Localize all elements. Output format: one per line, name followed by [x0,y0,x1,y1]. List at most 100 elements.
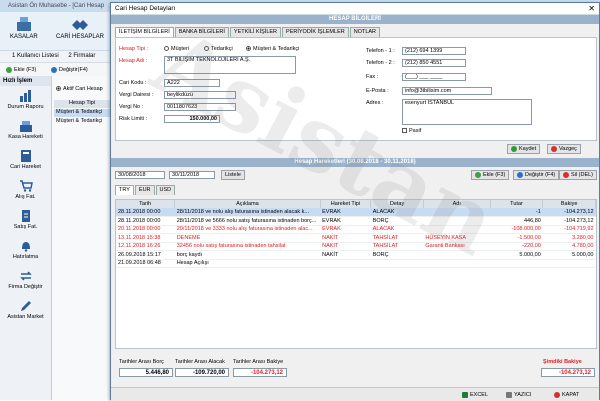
cancel-button[interactable]: Vazgeç [547,144,581,154]
col-adi[interactable]: Adı [423,200,491,208]
movement-add-button[interactable]: Ekle (F3) [471,170,510,180]
sidebar-item-firma-degistir[interactable]: Firma Değiştir [0,266,51,296]
musteri-radio[interactable]: Müşteri [164,46,189,52]
table-header-row: Tarih Açıklama Hareket Tipi Detay Adı Tu… [116,200,596,208]
active-accounts-radio[interactable]: Aktif Cari Hesap [56,86,103,92]
tab-yetkili[interactable]: YETKİLİ KİŞİLER [229,27,282,37]
cash-register-icon [19,121,32,132]
sidebar-item-cari-hareket[interactable]: Cari Hareket [0,146,51,176]
save-button[interactable]: Kaydet [507,144,541,154]
cash-register-icon [16,17,31,31]
cell-adi [423,208,491,217]
telefon2-field[interactable]: (212) 850 4551 [402,59,466,67]
table-row[interactable]: 13.11.2018 15:38 DENEME NAKİT TAHSİLAT HÜSEY… [116,233,596,243]
kasalar-button[interactable]: KASALAR [10,16,38,40]
cell-detay: ALACAK [370,225,424,234]
table-row[interactable]: 26.09.2018 15:17 borç kaydı NAKİT BORÇ 5.000… [116,250,596,260]
handshake-icon [72,20,88,30]
save-icon [511,146,517,152]
close-button[interactable]: KAPAT [551,390,582,400]
col-bakiye[interactable]: Bakiye [542,200,596,208]
sidebar: Hızlı İşlem Durum Raporu Kasa Hareketi C… [0,76,52,400]
sidebar-label: Cari Hareket [10,164,41,170]
eposta-field[interactable]: info@3tbilisim.com [402,87,492,95]
subbar-firmalar[interactable]: 2 Firmalar [68,53,95,59]
cari-hesaplar-button[interactable]: CARİ HESAPLAR [56,16,104,40]
sidebar-label: Kasa Hareketi [8,134,43,140]
eposta-label: E-Posta : [366,88,389,94]
currency-tabs: TRY EUR USD [115,185,176,195]
table-row[interactable]: 21.09.2018 06:48 Hesap Açılışı [116,259,596,268]
fax-field[interactable]: (___) ___ ____ [402,73,466,81]
tab-notlar[interactable]: NOTLAR [349,27,381,37]
pasif-checkbox[interactable]: Pasif [402,128,421,134]
fax-label: Fax : [366,74,379,80]
delete-icon [563,172,569,178]
table-row[interactable]: 28.11.2018 00:00 28/11/2018 ve 5666 nolu … [116,216,596,226]
cell-bakiye: -104.719,92 [542,225,596,234]
cell-detay: TAHSİLAT [370,242,424,251]
tab-eur[interactable]: EUR [134,185,155,195]
cell-tutar: 446,80 [490,216,543,226]
cell-aciklama: 28/11/2018 ve nolu alış faturasına istin… [174,208,321,217]
subbar-kullanici[interactable]: 1 Kullanıcı Listesi [12,53,59,59]
tab-periyodik[interactable]: PERİYODİK İŞLEMLER [282,27,349,37]
cari-kodu-field[interactable]: A222 [164,79,220,87]
close-icon[interactable]: ✕ [588,4,595,13]
risk-limiti-field[interactable]: 150.000,00 [164,115,220,123]
print-button[interactable]: YAZICI [503,390,534,400]
col-detay[interactable]: Detay [370,200,424,208]
tab-iletisim[interactable]: İLETİŞİM BİLGİLERİ [115,27,174,37]
sidebar-item-kasa-hareketi[interactable]: Kasa Hareketi [0,116,51,146]
adres-field[interactable]: esenyurt İSTANBUL [402,99,532,125]
vergi-dairesi-field[interactable]: beylikdüzü [164,91,236,99]
ribbon: KASALAR CARİ HESAPLAR [0,12,120,50]
list-item[interactable]: Müşteri & Tedarikçi [54,118,110,126]
account-list-header[interactable]: Hesap Tipi [54,100,110,108]
radio-label: Müşteri [171,46,190,52]
table-row[interactable]: 12.11.2018 16:26 32456 nolu satış faturas… [116,242,596,251]
sidebar-item-satis-fat[interactable]: Satış Fat. [0,206,51,236]
tab-usd[interactable]: USD [155,185,176,195]
sidebar-item-asistan-market[interactable]: Asistan Market [0,296,51,326]
sidebar-item-hatirlatma[interactable]: Hatırlatma [0,236,51,266]
col-hareket-tipi[interactable]: Hareket Tipi [320,200,372,208]
tab-banka[interactable]: BANKA BİLGİLERİ [174,27,229,37]
table-row[interactable]: 28.11.2018 00:00 28/11/2018 ve nolu alış … [116,208,596,217]
movement-edit-button[interactable]: Değiştir (F4) [513,170,560,180]
movement-delete-button[interactable]: Sil (DEL) [559,170,598,180]
date-to-picker[interactable]: 30/11/2018 [169,171,215,179]
excel-button[interactable]: EXCEL [459,390,491,400]
adres-label: Adres : [366,100,384,106]
vergi-no-field[interactable]: 0011807623 [164,103,236,111]
cell-tarih: 13.11.2018 15:38 [116,233,175,243]
movement-add-label: Ekle (F3) [483,172,506,178]
col-tutar[interactable]: Tutar [490,200,544,208]
musteri-tedarikci-radio[interactable]: Müşteri & Tedarikçi [246,46,299,52]
telefon1-field[interactable]: (212) 694 1399 [402,47,466,55]
sidebar-label: Durum Raporu [7,104,44,110]
cell-tip: NAKİT [320,233,371,243]
cell-tarih: 20.11.2018 00:00 [116,225,175,234]
listele-button[interactable]: Listele [221,170,245,180]
sidebar-label: Alış Fat. [15,194,36,200]
borc-label: Tarihler Arası Borç [119,359,164,365]
excel-icon [462,392,468,398]
list-item[interactable]: Müşteri & Tedarikçi [54,109,110,117]
hesap-adi-field[interactable]: 3T BİLİŞİM TEKNOLOJİLERİ A.Ş. [164,56,296,74]
list-edit-button[interactable]: Değiştir(F4) [48,65,91,75]
account-list-panel: Aktif Cari Hesap Hesap Tipi Müşteri & Te… [52,76,112,400]
sidebar-item-alis-fat[interactable]: Alış Fat. [0,176,51,206]
tedarikci-radio[interactable]: Tedarikçi [204,46,233,52]
hesap-adi-label: Hesap Adı : [119,58,148,64]
contact-panel: Hesap Tipi : Müşteri Tedarikçi Müşteri &… [115,37,597,141]
subbar: 1 Kullanıcı Listesi 2 Firmalar [0,50,120,62]
borc-value: 5.446,80 [119,368,173,377]
col-aciklama[interactable]: Açıklama [174,200,321,208]
table-row[interactable]: 20.11.2018 00:00 20/11/2018 ve 3333 nolu … [116,225,596,234]
sidebar-item-durum-raporu[interactable]: Durum Raporu [0,86,51,116]
col-tarih[interactable]: Tarih [116,200,176,208]
tab-try[interactable]: TRY [115,185,134,195]
date-from-picker[interactable]: 30/08/2018 [115,171,165,179]
list-add-button[interactable]: Ekle (F3) [3,65,39,75]
